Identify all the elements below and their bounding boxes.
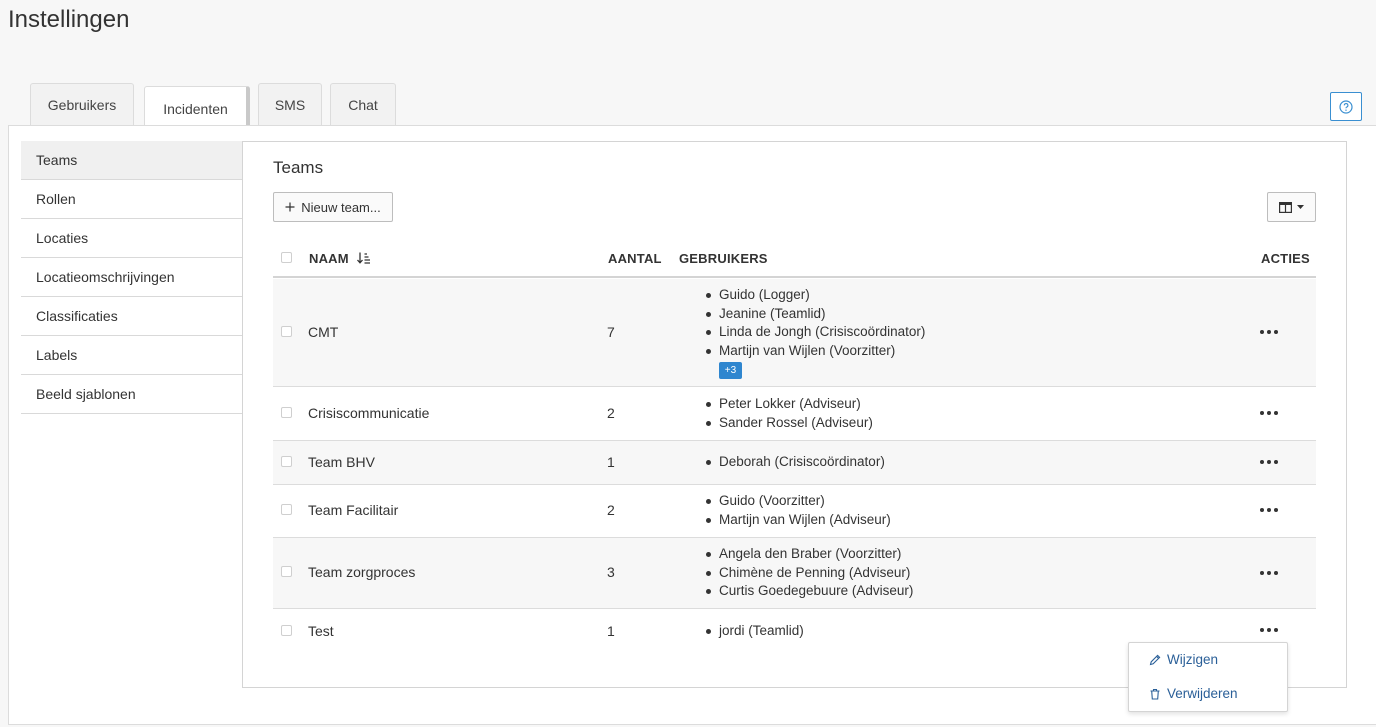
user-item: Jeanine (Teamlid) bbox=[705, 305, 925, 324]
question-circle-icon bbox=[1339, 99, 1353, 114]
team-count: 2 bbox=[607, 502, 615, 518]
user-item: Martijn van Wijlen (Voorzitter) bbox=[705, 342, 925, 361]
delete-menu-item[interactable]: Verwijderen bbox=[1149, 686, 1238, 701]
team-users-list: Peter Lokker (Adviseur) Sander Rossel (A… bbox=[706, 395, 873, 433]
tab-incidenten[interactable]: Incidenten bbox=[144, 86, 250, 130]
column-header-actions: ACTIES bbox=[1261, 251, 1310, 266]
table-row: Crisiscommunicatie 2 Peter Lokker (Advis… bbox=[273, 387, 1316, 441]
user-item: Curtis Goedegebuure (Adviseur) bbox=[705, 582, 913, 601]
team-count: 7 bbox=[607, 324, 615, 340]
select-all-checkbox[interactable] bbox=[281, 252, 292, 263]
ellipsis-icon bbox=[1260, 508, 1264, 512]
table-row: Team BHV 1 Deborah (Crisiscoördinator) bbox=[273, 441, 1316, 485]
user-item: Sander Rossel (Adviseur) bbox=[706, 414, 873, 433]
team-name: Team zorgproces bbox=[308, 564, 416, 580]
column-header-count: AANTAL bbox=[608, 251, 662, 266]
team-count: 3 bbox=[607, 564, 615, 580]
team-name: Team Facilitair bbox=[308, 502, 399, 518]
row-actions-button[interactable] bbox=[1258, 623, 1280, 637]
team-users-list: jordi (Teamlid) bbox=[706, 622, 804, 641]
caret-down-icon bbox=[1297, 205, 1304, 209]
team-name: Team BHV bbox=[308, 454, 375, 470]
sidebar-item-locaties[interactable]: Locaties bbox=[21, 219, 242, 258]
table-row: Team Facilitair 2 Guido (Voorzitter) Mar… bbox=[273, 485, 1316, 538]
row-actions-button[interactable] bbox=[1258, 406, 1280, 420]
row-checkbox[interactable] bbox=[281, 456, 292, 467]
row-actions-button[interactable] bbox=[1258, 325, 1280, 339]
table-row: CMT 7 Guido (Logger) Jeanine (Teamlid) L… bbox=[273, 279, 1316, 387]
more-users-badge[interactable]: +3 bbox=[719, 362, 742, 379]
row-actions-menu: Wijzigen Verwijderen bbox=[1128, 642, 1288, 712]
user-item: Peter Lokker (Adviseur) bbox=[706, 395, 873, 414]
team-count: 2 bbox=[607, 405, 615, 421]
team-users-list: Guido (Voorzitter) Martijn van Wijlen (A… bbox=[706, 492, 891, 530]
delete-label: Verwijderen bbox=[1167, 686, 1238, 701]
page-title: Instellingen bbox=[8, 6, 130, 33]
row-checkbox[interactable] bbox=[281, 326, 292, 337]
tab-sms[interactable]: SMS bbox=[258, 83, 322, 126]
sort-ascending-icon bbox=[356, 252, 370, 264]
ellipsis-icon bbox=[1260, 460, 1264, 464]
columns-icon bbox=[1279, 201, 1292, 213]
team-name: CMT bbox=[308, 324, 339, 340]
user-item: Chimène de Penning (Adviseur) bbox=[705, 564, 913, 583]
user-item: Deborah (Crisiscoördinator) bbox=[706, 453, 885, 472]
trash-icon bbox=[1150, 688, 1160, 700]
pencil-icon bbox=[1149, 654, 1161, 665]
columns-toggle-button[interactable] bbox=[1267, 192, 1316, 222]
row-checkbox[interactable] bbox=[281, 504, 292, 515]
row-actions-button[interactable] bbox=[1258, 455, 1280, 469]
row-checkbox[interactable] bbox=[281, 625, 292, 636]
row-checkbox[interactable] bbox=[281, 566, 292, 577]
sidebar-item-teams[interactable]: Teams bbox=[21, 141, 242, 180]
column-header-users: GEBRUIKERS bbox=[679, 251, 768, 266]
sidebar-item-locatieomschrijvingen[interactable]: Locatieomschrijvingen bbox=[21, 258, 242, 297]
ellipsis-icon bbox=[1260, 628, 1264, 632]
sidebar-item-rollen[interactable]: Rollen bbox=[21, 180, 242, 219]
team-name: Test bbox=[308, 623, 334, 639]
sidebar-item-labels[interactable]: Labels bbox=[21, 336, 242, 375]
tab-gebruikers[interactable]: Gebruikers bbox=[30, 83, 134, 126]
table-header: NAAM AANTAL GEBRUIKERS ACTIES bbox=[273, 241, 1316, 278]
ellipsis-icon bbox=[1260, 330, 1264, 334]
sidebar: Teams Rollen Locaties Locatieomschrijvin… bbox=[21, 141, 243, 688]
user-item: Guido (Voorzitter) bbox=[706, 492, 891, 511]
user-item: jordi (Teamlid) bbox=[706, 622, 804, 641]
tab-chat[interactable]: Chat bbox=[330, 83, 396, 126]
column-header-name[interactable]: NAAM bbox=[309, 251, 371, 266]
new-team-button[interactable]: Nieuw team... bbox=[273, 192, 393, 222]
sidebar-item-classificaties[interactable]: Classificaties bbox=[21, 297, 242, 336]
section-title: Teams bbox=[273, 158, 324, 177]
team-count: 1 bbox=[607, 623, 615, 639]
team-name: Crisiscommunicatie bbox=[308, 405, 430, 421]
sidebar-item-beeld-sjablonen[interactable]: Beeld sjablonen bbox=[21, 375, 242, 414]
team-users-list: Deborah (Crisiscoördinator) bbox=[706, 453, 885, 472]
help-button[interactable] bbox=[1330, 92, 1362, 121]
user-item: Angela den Braber (Voorzitter) bbox=[705, 545, 913, 564]
user-item: Guido (Logger) bbox=[705, 286, 925, 305]
team-users-list: Angela den Braber (Voorzitter) Chimène d… bbox=[705, 545, 913, 601]
ellipsis-icon bbox=[1260, 571, 1264, 575]
plus-icon bbox=[285, 202, 295, 212]
team-count: 1 bbox=[607, 454, 615, 470]
edit-menu-item[interactable]: Wijzigen bbox=[1149, 652, 1218, 667]
new-team-label: Nieuw team... bbox=[301, 199, 381, 215]
edit-label: Wijzigen bbox=[1167, 652, 1219, 667]
user-item: Martijn van Wijlen (Adviseur) bbox=[706, 511, 891, 530]
row-actions-button[interactable] bbox=[1258, 566, 1280, 580]
row-actions-button[interactable] bbox=[1258, 503, 1280, 517]
user-item: Linda de Jongh (Crisiscoördinator) bbox=[705, 323, 925, 342]
row-checkbox[interactable] bbox=[281, 407, 292, 418]
table-row: Team zorgproces 3 Angela den Braber (Voo… bbox=[273, 538, 1316, 609]
team-users-list: Guido (Logger) Jeanine (Teamlid) Linda d… bbox=[705, 286, 925, 361]
ellipsis-icon bbox=[1260, 411, 1264, 415]
